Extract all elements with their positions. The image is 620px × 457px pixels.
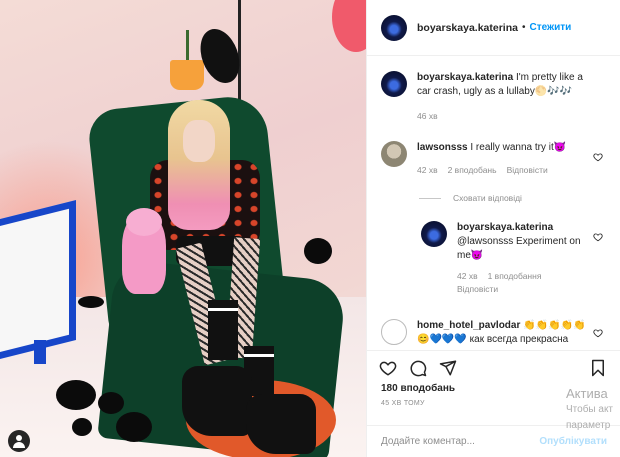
share-icon[interactable] — [439, 359, 457, 377]
reply-avatar[interactable] — [421, 221, 447, 247]
comments-list[interactable]: boyarskaya.katerina I'm pretty like a ca… — [367, 57, 620, 347]
comment-icon[interactable] — [409, 359, 427, 377]
watermark-line: Чтобы акт — [566, 404, 614, 415]
post-header: boyarskaya.katerina • Стежити — [367, 0, 620, 56]
watermark-line: параметр — [566, 420, 611, 431]
user-tag-icon[interactable] — [8, 430, 30, 452]
caption-avatar[interactable] — [381, 71, 407, 97]
caption-username[interactable]: boyarskaya.katerina — [417, 72, 513, 83]
reply-item: boyarskaya.katerina @lawsonsss Experimen… — [421, 221, 587, 295]
decor-red-shape — [332, 0, 366, 52]
bookmark-icon[interactable] — [589, 359, 607, 377]
person-face — [183, 120, 215, 162]
hide-replies-label: Сховати відповіді — [453, 193, 522, 203]
comment-text: I really wanna try it😈 — [470, 142, 567, 153]
comment-reply-button[interactable]: Відповісти — [507, 163, 548, 177]
caption-time[interactable]: 46 хв — [417, 109, 438, 123]
caption: boyarskaya.katerina I'm pretty like a ca… — [381, 71, 597, 123]
author-avatar[interactable] — [381, 14, 407, 41]
comment-username[interactable]: lawsonsss — [417, 142, 468, 153]
reply-text: @lawsonsss Experiment on me😈 — [457, 236, 581, 261]
comment-like-heart-icon[interactable] — [593, 149, 603, 162]
watermark-line: Актива — [566, 386, 608, 401]
reply-time[interactable]: 42 хв — [457, 271, 478, 282]
author-username[interactable]: boyarskaya.katerina — [417, 22, 518, 34]
heart-icon[interactable] — [379, 359, 397, 377]
windows-activation-watermark: Актива Чтобы акт параметр — [566, 386, 613, 434]
separator-dot: • — [521, 22, 526, 33]
comment-item: home_hotel_pavlodar 👏👏👏👏👏😊💙💙💙 как всегда… — [381, 319, 593, 347]
reply-username[interactable]: boyarskaya.katerina — [457, 222, 553, 233]
commenter-avatar[interactable] — [381, 319, 407, 345]
black-boot — [246, 394, 316, 454]
comment-username[interactable]: home_hotel_pavlodar — [417, 320, 520, 331]
post-comment-button[interactable]: Опублікувати — [539, 436, 607, 447]
hide-replies-toggle[interactable]: Сховати відповіді — [419, 193, 522, 203]
reply-reply-button[interactable]: Відповісти — [457, 284, 498, 295]
commenter-avatar[interactable] — [381, 141, 407, 167]
reply-likes[interactable]: 1 вподобання — [488, 271, 542, 282]
comment-likes[interactable]: 2 вподобань — [448, 163, 497, 177]
post-photo[interactable] — [0, 0, 366, 457]
follow-button[interactable]: Стежити — [530, 22, 572, 33]
comment-item: lawsonsss I really wanna try it😈 42 хв 2… — [381, 141, 587, 177]
comment-input[interactable] — [381, 436, 540, 447]
reply-like-heart-icon[interactable] — [593, 229, 603, 242]
plant-pot — [170, 60, 204, 90]
comment-time[interactable]: 42 хв — [417, 163, 438, 177]
comment-like-heart-icon[interactable] — [593, 325, 603, 338]
action-icons — [367, 351, 620, 379]
black-boot — [182, 366, 252, 436]
